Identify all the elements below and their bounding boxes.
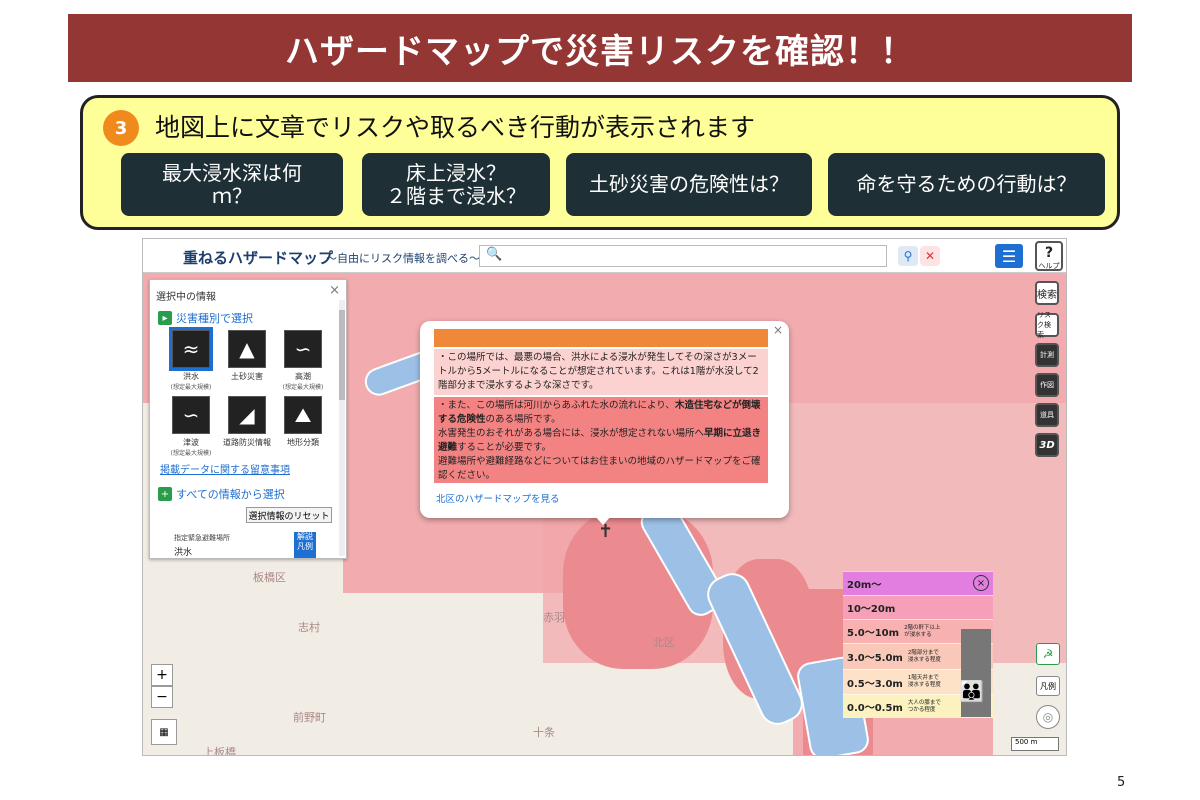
flood-depth-text: ・この場所では、最悪の場合、洪水による浸水が発生してその深さが3メートルから5メ…	[434, 349, 768, 395]
close-icon[interactable]: ×	[973, 575, 989, 591]
close-icon[interactable]: ×	[773, 323, 783, 337]
toolbox-icon[interactable]: 道具	[1035, 403, 1059, 427]
storm-surge-icon: ∽	[284, 330, 322, 368]
question-landslide: 土砂災害の危険性は？	[566, 153, 812, 216]
collapse-risk-text: ・また、この場所は河川からあふれた水の流れにより、木造住宅などが倒壊する危険性の…	[434, 397, 768, 483]
close-icon[interactable]: ×	[329, 283, 340, 298]
section-all-info[interactable]: + すべての情報から選択	[158, 486, 285, 502]
hazard-map-link[interactable]: 北区のハザードマップを見る	[436, 491, 560, 505]
callout-box: 3 地図上に文章でリスクや取るべき行動が表示されます 最大浸水深は何 ｍ？ 床上…	[80, 95, 1120, 230]
question-life-action: 命を守るための行動は？	[828, 153, 1105, 216]
popup-header-bar	[434, 329, 768, 347]
landslide-icon: ▲	[228, 330, 266, 368]
location-marker-icon: ✝	[598, 521, 614, 542]
question-max-depth: 最大浸水深は何 ｍ？	[121, 153, 343, 216]
help-button[interactable]: ? ヘルプ	[1035, 241, 1063, 271]
notice-link[interactable]: 掲載データに関する留意事項	[160, 461, 290, 476]
hazard-landslide[interactable]: ▲ 土砂災害	[222, 330, 272, 382]
walk-icon[interactable]: ☭	[1036, 643, 1060, 665]
hazard-map[interactable]: 板橋区 赤羽 北区 十条 前野町 上板橋 志村 重ねるハザードマップ ～自由にリ…	[142, 238, 1067, 756]
zoom-out-button[interactable]: −	[151, 686, 173, 708]
legend-row: 10～20m	[843, 595, 993, 619]
hazard-tsunami[interactable]: ∽ 津波 (想定最大規模)	[166, 396, 216, 457]
scrollbar[interactable]	[339, 300, 345, 556]
map-label: 前野町	[293, 711, 326, 724]
depth-legend: 20m～ × 10～20m 5.0～10m 2階の軒下以上 が浸水する 3.0～…	[843, 571, 993, 718]
hazard-flood[interactable]: ≈ 洪水 (想定最大規模)	[166, 327, 216, 391]
app-subtitle: ～自由にリスク情報を調べる～	[326, 252, 480, 265]
house-icon	[961, 629, 991, 717]
slide-title: ハザードマップで災害リスクを確認！！	[285, 31, 915, 72]
risk-search-icon[interactable]: リスク検索	[1035, 311, 1059, 339]
menu-button[interactable]: ☰	[995, 244, 1023, 268]
map-label: 志村	[298, 621, 320, 634]
flood-icon: ≈	[169, 327, 213, 371]
clear-icon[interactable]: ✕	[920, 246, 940, 266]
tsunami-icon: ∽	[172, 396, 210, 434]
help-icon: ?	[1044, 245, 1054, 261]
hazard-terrain[interactable]: ⛰ 地形分類	[278, 396, 328, 448]
road-disaster-icon: ◢	[228, 396, 266, 434]
terrain-icon: ⛰	[284, 396, 322, 434]
app-header: 重ねるハザードマップ ～自由にリスク情報を調べる～ 🔍 ⚲ ✕ ☰ ? ヘルプ	[143, 239, 1066, 273]
question-floor-flood: 床上浸水？ ２階まで浸水？	[362, 153, 550, 216]
section-hazard-type[interactable]: ▸ 災害種別で選択	[158, 310, 253, 326]
page-number: 5	[1117, 775, 1126, 790]
map-label: 上板橋	[203, 746, 236, 756]
callout-text: 地図上に文章でリスクや取るべき行動が表示されます	[155, 113, 756, 142]
plus-icon: +	[158, 487, 172, 501]
step-badge: 3	[103, 110, 139, 146]
draw-icon[interactable]: 作図	[1035, 373, 1059, 397]
selection-panel: 選択中の情報 × ▸ 災害種別で選択 ≈ 洪水 (想定最大規模) ▲ 土砂災害 …	[149, 279, 347, 559]
locate-icon[interactable]: ◎	[1036, 705, 1060, 729]
title-banner: ハザードマップで災害リスクを確認！！	[68, 14, 1132, 82]
hazard-road[interactable]: ◢ 道路防災情報	[222, 396, 272, 448]
reset-button[interactable]: 選択情報のリセット	[246, 507, 332, 523]
shelter-label: 指定緊急避難場所	[174, 534, 230, 542]
legend-button[interactable]: 凡例	[1036, 676, 1060, 696]
legend-row: 20m～ ×	[843, 571, 993, 595]
shelter-value: 洪水	[174, 548, 193, 558]
map-label: 板橋区	[253, 571, 286, 584]
select-icon: ▸	[158, 311, 172, 325]
kaisetsu-button[interactable]: 解説 凡例	[294, 532, 316, 558]
map-label: 十条	[533, 726, 555, 739]
measure-icon[interactable]: 計測	[1035, 343, 1059, 367]
basemap-icon[interactable]: ▦	[151, 719, 177, 745]
scrollbar-thumb[interactable]	[339, 310, 345, 400]
hazard-storm-surge[interactable]: ∽ 高潮 (想定最大規模)	[278, 330, 328, 391]
people-icon: 👪	[959, 679, 984, 703]
scale-bar: 500 m	[1011, 737, 1059, 751]
search-map-icon[interactable]: 検索	[1035, 281, 1059, 305]
risk-popup: × ・この場所では、最悪の場合、洪水による浸水が発生してその深さが3メートルから…	[420, 321, 789, 525]
search-input[interactable]: 🔍	[479, 245, 887, 267]
search-icon: 🔍	[486, 247, 503, 262]
map-label: 北区	[653, 636, 675, 649]
map-label: 赤羽	[543, 611, 565, 624]
zoom-in-button[interactable]: +	[151, 664, 173, 686]
search-icon[interactable]: ⚲	[898, 246, 918, 266]
app-title: 重ねるハザードマップ	[183, 249, 334, 267]
panel-title: 選択中の情報	[156, 292, 216, 303]
3d-icon[interactable]: 3D	[1035, 433, 1059, 457]
